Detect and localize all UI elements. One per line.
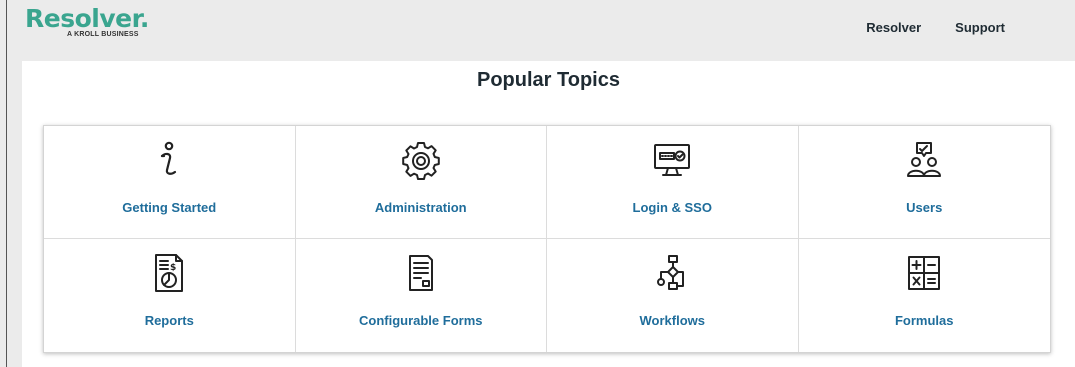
site-header: Resolver. A KROLL BUSINESS Resolver Supp… bbox=[7, 0, 1075, 56]
form-icon bbox=[401, 253, 441, 293]
svg-text:$: $ bbox=[170, 263, 176, 273]
topic-label: Formulas bbox=[894, 313, 954, 328]
topic-label: Reports bbox=[144, 313, 194, 328]
topic-label: Getting Started bbox=[122, 200, 217, 215]
info-icon bbox=[149, 140, 189, 180]
workflow-icon bbox=[652, 253, 692, 293]
topics-grid: Getting Started Administration Login & S… bbox=[43, 125, 1051, 353]
nav-link-support[interactable]: Support bbox=[955, 20, 1005, 35]
topic-label: Configurable Forms bbox=[358, 313, 483, 328]
topic-tile-users[interactable]: Users bbox=[798, 126, 1050, 239]
nav-link-resolver[interactable]: Resolver bbox=[866, 20, 921, 35]
topic-tile-login-sso[interactable]: Login & SSO bbox=[547, 126, 799, 239]
topic-label: Users bbox=[906, 200, 943, 215]
topic-tile-administration[interactable]: Administration bbox=[295, 126, 547, 239]
top-nav: Resolver Support bbox=[866, 20, 1005, 35]
topic-tile-workflows[interactable]: Workflows bbox=[547, 239, 799, 352]
gear-icon bbox=[401, 140, 441, 180]
topic-tile-reports[interactable]: $ Reports bbox=[44, 239, 296, 352]
topic-tile-configurable-forms[interactable]: Configurable Forms bbox=[296, 239, 547, 352]
calculator-icon bbox=[904, 253, 944, 293]
topic-label: Administration bbox=[374, 200, 467, 215]
topic-tile-formulas[interactable]: Formulas bbox=[799, 239, 1051, 352]
logo-tagline: A KROLL BUSINESS bbox=[67, 31, 139, 38]
report-icon: $ bbox=[149, 253, 189, 293]
topic-label: Workflows bbox=[639, 313, 706, 328]
users-icon bbox=[904, 140, 944, 180]
page-title: Popular Topics bbox=[477, 69, 620, 91]
logo-wordmark: Resolver. bbox=[25, 4, 149, 33]
topic-tile-getting-started[interactable]: Getting Started bbox=[44, 126, 296, 239]
topic-label: Login & SSO bbox=[632, 200, 712, 215]
resolver-logo[interactable]: Resolver. A KROLL BUSINESS bbox=[25, 4, 149, 39]
monitor-login-icon bbox=[652, 140, 692, 180]
main-content: Popular Topics Getting Started Administr… bbox=[22, 61, 1075, 367]
